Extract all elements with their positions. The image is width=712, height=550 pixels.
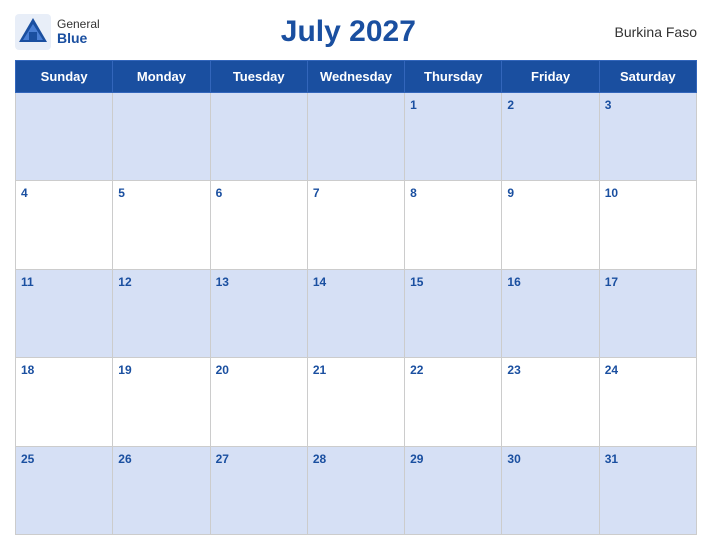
calendar-cell: 19 [113,358,210,446]
calendar-cell: 24 [599,358,696,446]
calendar-cell: 9 [502,181,599,269]
calendar-cell: 16 [502,269,599,357]
page-header: General Blue July 2027 Burkina Faso [15,10,697,54]
weekday-sunday: Sunday [16,61,113,93]
day-number: 9 [507,186,514,200]
day-number: 1 [410,98,417,112]
calendar-cell: 25 [16,446,113,534]
day-number: 18 [21,363,34,377]
calendar-cell: 29 [405,446,502,534]
day-number: 25 [21,452,34,466]
weekday-tuesday: Tuesday [210,61,307,93]
day-number: 14 [313,275,326,289]
day-number: 22 [410,363,423,377]
day-number: 6 [216,186,223,200]
day-number: 13 [216,275,229,289]
week-row-1: 4 5 6 7 8 9 10 [16,181,697,269]
calendar-cell: 2 [502,93,599,181]
week-row-3: 18 19 20 21 22 23 24 [16,358,697,446]
calendar-cell: 7 [307,181,404,269]
day-number: 16 [507,275,520,289]
weekday-monday: Monday [113,61,210,93]
week-row-2: 11 12 13 14 15 16 17 [16,269,697,357]
day-number: 30 [507,452,520,466]
calendar-cell: 23 [502,358,599,446]
day-number: 15 [410,275,423,289]
weekday-saturday: Saturday [599,61,696,93]
day-number: 31 [605,452,618,466]
calendar-table: SundayMondayTuesdayWednesdayThursdayFrid… [15,60,697,535]
week-row-4: 25 26 27 28 29 30 31 [16,446,697,534]
weekday-header-row: SundayMondayTuesdayWednesdayThursdayFrid… [16,61,697,93]
calendar-cell: 15 [405,269,502,357]
calendar-cell: 5 [113,181,210,269]
calendar-title: July 2027 [100,15,597,49]
day-number: 20 [216,363,229,377]
calendar-cell: 12 [113,269,210,357]
weekday-wednesday: Wednesday [307,61,404,93]
calendar-cell: 28 [307,446,404,534]
calendar-cell: 3 [599,93,696,181]
day-number: 2 [507,98,514,112]
weekday-friday: Friday [502,61,599,93]
calendar-cell: 17 [599,269,696,357]
calendar-body: 1234567891011121314151617181920212223242… [16,93,697,535]
country-label: Burkina Faso [597,24,697,40]
day-number: 11 [21,275,34,289]
calendar-cell [16,93,113,181]
calendar-cell: 10 [599,181,696,269]
logo-blue-text: Blue [57,31,100,46]
day-number: 19 [118,363,131,377]
logo-icon [15,14,51,50]
calendar-cell: 31 [599,446,696,534]
calendar-cell: 27 [210,446,307,534]
calendar-cell [307,93,404,181]
calendar-cell: 8 [405,181,502,269]
day-number: 3 [605,98,612,112]
day-number: 24 [605,363,618,377]
day-number: 12 [118,275,131,289]
day-number: 23 [507,363,520,377]
day-number: 4 [21,186,28,200]
calendar-cell: 30 [502,446,599,534]
day-number: 5 [118,186,125,200]
calendar-cell: 26 [113,446,210,534]
calendar-cell: 14 [307,269,404,357]
day-number: 26 [118,452,131,466]
calendar-cell [210,93,307,181]
logo-general-text: General [57,18,100,31]
logo: General Blue [15,14,100,50]
calendar-cell: 21 [307,358,404,446]
calendar-cell: 20 [210,358,307,446]
calendar-cell: 6 [210,181,307,269]
calendar-cell [113,93,210,181]
weekday-thursday: Thursday [405,61,502,93]
logo-text: General Blue [57,18,100,47]
calendar-cell: 13 [210,269,307,357]
calendar-cell: 1 [405,93,502,181]
day-number: 29 [410,452,423,466]
calendar-cell: 11 [16,269,113,357]
day-number: 28 [313,452,326,466]
calendar-cell: 4 [16,181,113,269]
day-number: 21 [313,363,326,377]
day-number: 8 [410,186,417,200]
day-number: 10 [605,186,618,200]
day-number: 27 [216,452,229,466]
week-row-0: 1 2 3 [16,93,697,181]
calendar-cell: 22 [405,358,502,446]
day-number: 17 [605,275,618,289]
day-number: 7 [313,186,320,200]
calendar-cell: 18 [16,358,113,446]
